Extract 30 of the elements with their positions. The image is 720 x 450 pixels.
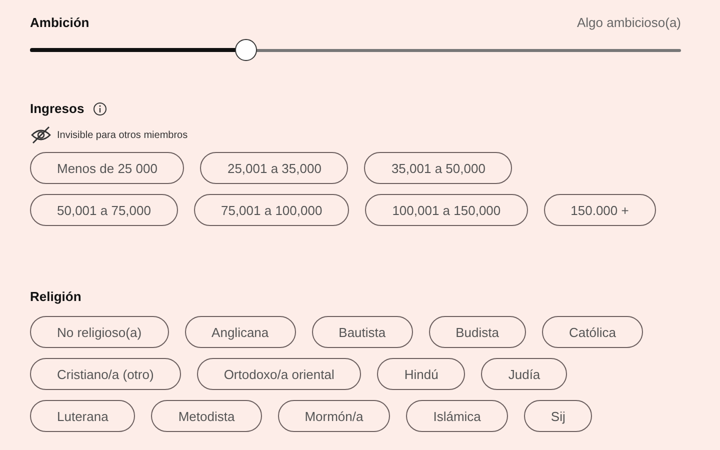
option-chip[interactable]: Mormón/a bbox=[278, 400, 390, 432]
option-chip[interactable]: Judía bbox=[481, 358, 568, 390]
option-chip[interactable]: Metodista bbox=[151, 400, 262, 432]
option-chip[interactable]: 150.000 + bbox=[544, 194, 656, 226]
privacy-note: Invisible para otros miembros bbox=[57, 130, 188, 140]
info-icon[interactable] bbox=[93, 102, 108, 116]
option-chip[interactable]: Cristiano/a (otro) bbox=[30, 358, 181, 390]
section-title: Ingresos bbox=[30, 101, 84, 116]
option-chip[interactable]: Hindú bbox=[377, 358, 466, 390]
option-chip[interactable]: Bautista bbox=[312, 316, 413, 348]
option-chip[interactable]: Católica bbox=[542, 316, 643, 348]
option-chip[interactable]: Sij bbox=[524, 400, 592, 432]
slider[interactable] bbox=[30, 38, 681, 62]
option-chip[interactable]: Luterana bbox=[30, 400, 136, 432]
option-chip[interactable]: Islámica bbox=[406, 400, 508, 432]
option-chip[interactable]: Budista bbox=[428, 316, 526, 348]
option-chip[interactable]: Menos de 25 000 bbox=[30, 152, 184, 184]
option-chip[interactable]: 35,001 a 50,000 bbox=[364, 152, 512, 184]
slider-value: Algo ambicioso(a) bbox=[576, 15, 681, 30]
option-chip[interactable]: 75,001 a 100,000 bbox=[194, 194, 350, 226]
option-chip[interactable]: Anglicana bbox=[184, 316, 296, 348]
slider-thumb[interactable] bbox=[234, 39, 257, 61]
section-title: Ambición bbox=[30, 15, 90, 30]
option-chip[interactable]: 50,001 a 75,000 bbox=[30, 194, 178, 226]
option-chip[interactable]: Ortodoxo/a oriental bbox=[196, 358, 362, 390]
hidden-eye-icon bbox=[30, 126, 52, 144]
option-chip[interactable]: 25,001 a 35,000 bbox=[200, 152, 348, 184]
section-title: Religión bbox=[30, 289, 82, 304]
option-chip[interactable]: 100,001 a 150,000 bbox=[365, 194, 528, 226]
option-chip[interactable]: No religioso(a) bbox=[30, 316, 169, 348]
